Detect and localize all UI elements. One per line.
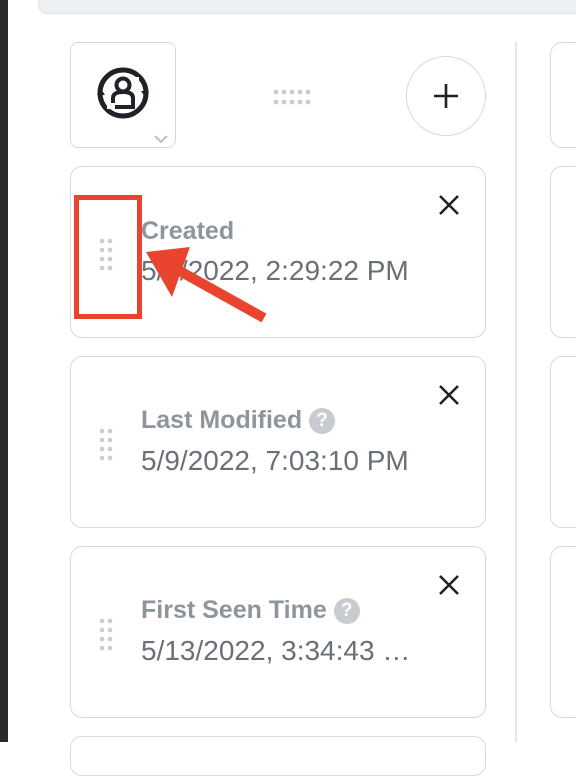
window-edge <box>0 0 8 742</box>
close-icon[interactable] <box>437 573 461 602</box>
close-icon[interactable] <box>437 383 461 412</box>
entity-type-selector[interactable] <box>70 42 176 148</box>
right-column-card <box>550 356 576 528</box>
card-value: 5/13/2022, 3:34:43 … <box>141 635 411 666</box>
property-card-last-modified: Last Modified ? 5/9/2022, 7:03:10 PM <box>70 356 486 528</box>
property-card-first-seen-time: First Seen Time ? 5/13/2022, 3:34:43 … <box>70 546 486 718</box>
column-divider <box>515 42 517 742</box>
right-column-card <box>550 166 576 338</box>
help-circle-icon[interactable]: ? <box>309 407 336 434</box>
toolbar-drag-grip-icon[interactable] <box>272 88 312 111</box>
right-column-card <box>550 42 576 148</box>
card-label: Last Modified ? <box>141 406 336 435</box>
card-label: First Seen Time ? <box>141 596 360 625</box>
annotation-highlight-box <box>74 195 142 319</box>
help-circle-icon[interactable]: ? <box>333 597 360 624</box>
drag-grip-icon[interactable] <box>99 617 113 658</box>
drag-grip-icon[interactable] <box>99 427 113 468</box>
chevron-down-icon[interactable] <box>153 131 169 149</box>
property-card-partial <box>70 736 486 776</box>
plus-icon <box>434 84 458 108</box>
right-column-card <box>550 546 576 718</box>
add-button[interactable] <box>406 56 486 136</box>
card-value: 5/9/2022, 7:03:10 PM <box>141 445 409 476</box>
user-identity-sync-icon <box>95 65 151 126</box>
card-label: Created <box>141 217 235 245</box>
card-value: 5/9/2022, 2:29:22 PM <box>141 255 409 286</box>
close-icon[interactable] <box>437 193 461 222</box>
top-panel-strip <box>38 0 576 14</box>
